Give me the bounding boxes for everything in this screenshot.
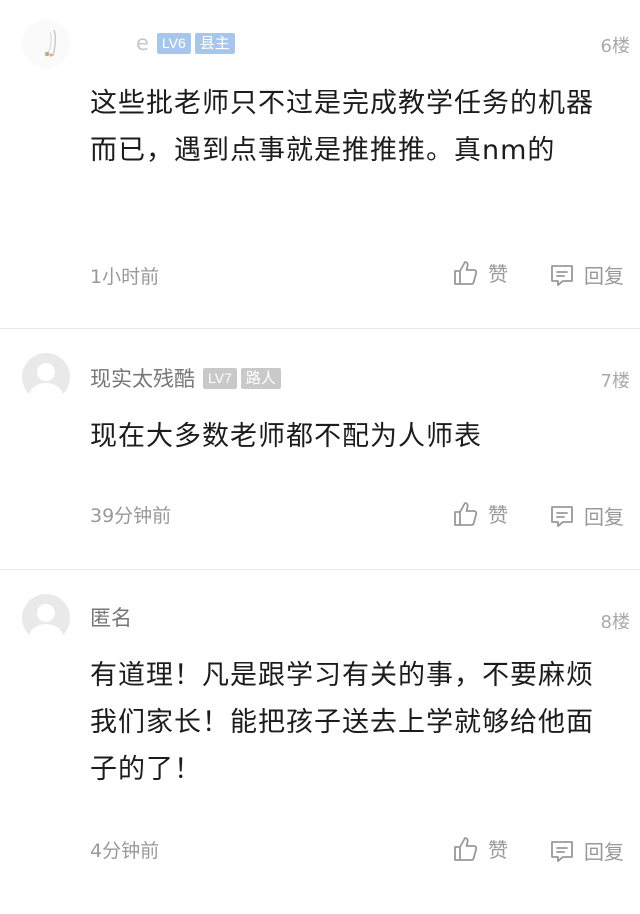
like-label: 赞 bbox=[488, 838, 508, 862]
timestamp: 39分钟前 bbox=[90, 505, 172, 527]
comment-text: 有道理！凡是跟学习有关的事，不要麻烦我们家长！能把孩子送去上学就够给他面子的了！ bbox=[90, 660, 594, 785]
title-badge: 县主 bbox=[194, 32, 235, 54]
comment-icon bbox=[551, 505, 573, 527]
username[interactable]: 匿名 bbox=[90, 602, 132, 632]
like-label: 赞 bbox=[488, 503, 508, 527]
comment-6: e LV6 县主 6楼 这些批老师只不过是完成教学任务的机器而已，遇到点事就是推… bbox=[0, 0, 640, 328]
like-button[interactable]: 赞 bbox=[452, 499, 508, 528]
like-button[interactable]: 赞 bbox=[452, 258, 508, 287]
like-label: 赞 bbox=[488, 262, 508, 286]
user-info: 匿名 bbox=[90, 602, 132, 632]
comment-icon bbox=[551, 840, 573, 862]
avatar-head bbox=[37, 604, 55, 622]
user-info: 现实太残酷 LV7 路人 bbox=[90, 363, 281, 393]
reply-button[interactable]: 回复 bbox=[548, 836, 624, 865]
comment-text: 这些批老师只不过是完成教学任务的机器而已，遇到点事就是推推推。真nm的 bbox=[90, 88, 594, 166]
reply-label: 回复 bbox=[584, 840, 624, 864]
timestamp: 1小时前 bbox=[90, 266, 160, 288]
like-button[interactable]: 赞 bbox=[452, 834, 508, 863]
reply-button[interactable]: 回复 bbox=[548, 501, 624, 530]
floor-number: 7楼 bbox=[600, 371, 630, 392]
reply-label: 回复 bbox=[584, 264, 624, 288]
floor-number: 8楼 bbox=[600, 612, 630, 633]
avatar[interactable] bbox=[22, 353, 70, 401]
floor-number: 6楼 bbox=[600, 36, 630, 57]
thumbs-up-icon bbox=[454, 836, 478, 861]
flower-icon bbox=[44, 29, 57, 57]
user-info: e LV6 县主 bbox=[90, 28, 235, 58]
level-badge: LV7 bbox=[203, 367, 237, 389]
avatar-body bbox=[29, 383, 63, 401]
comment-icon bbox=[551, 264, 573, 286]
avatar[interactable] bbox=[22, 20, 70, 68]
thumbs-up-icon bbox=[454, 501, 478, 526]
timestamp: 4分钟前 bbox=[90, 840, 160, 862]
comment-text: 现在大多数老师都不配为人师表 bbox=[90, 421, 482, 452]
avatar-head bbox=[37, 363, 55, 381]
avatar-body bbox=[29, 624, 63, 642]
title-badge: 路人 bbox=[240, 367, 281, 389]
comment-7: 现实太残酷 LV7 路人 7楼 现在大多数老师都不配为人师表 39分钟前 赞 回… bbox=[0, 329, 640, 569]
level-badge: LV6 bbox=[156, 32, 191, 54]
comment-8: 匿名 8楼 有道理！凡是跟学习有关的事，不要麻烦我们家长！能把孩子送去上学就够给… bbox=[0, 570, 640, 914]
thumbs-up-icon bbox=[454, 260, 478, 285]
username[interactable]: e bbox=[136, 31, 149, 55]
avatar[interactable] bbox=[22, 594, 70, 642]
reply-label: 回复 bbox=[584, 505, 624, 529]
username[interactable]: 现实太残酷 bbox=[90, 363, 195, 393]
reply-button[interactable]: 回复 bbox=[548, 260, 624, 289]
